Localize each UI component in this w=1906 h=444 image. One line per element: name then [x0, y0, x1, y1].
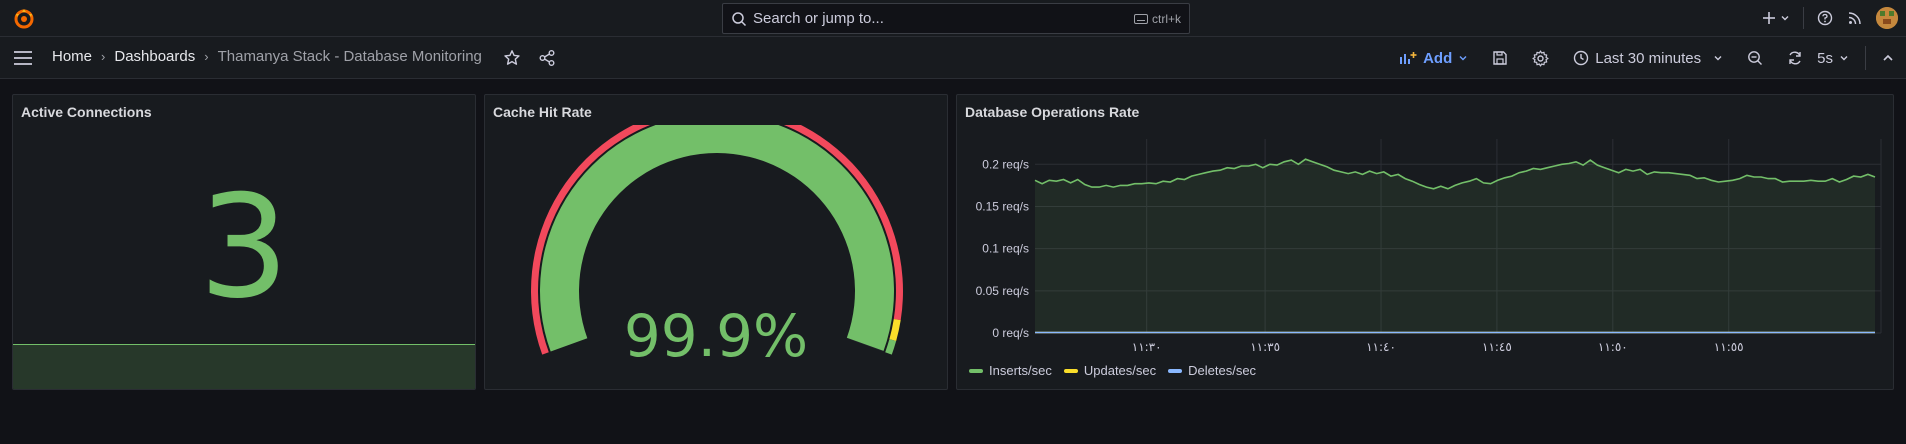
chevron-down-icon — [1714, 56, 1722, 61]
refresh-interval-picker[interactable]: 5s — [1815, 37, 1861, 79]
user-avatar[interactable] — [1876, 7, 1898, 29]
x-tick-label: ١١:٣٠ — [1132, 340, 1162, 354]
top-bar: Search or jump to... ctrl+k — [0, 0, 1906, 37]
menu-icon[interactable] — [13, 49, 33, 67]
search-input[interactable]: Search or jump to... ctrl+k — [722, 3, 1190, 34]
search-shortcut: ctrl+k — [1133, 11, 1181, 26]
panel-title: Database Operations Rate — [965, 104, 1140, 120]
grafana-logo-icon[interactable] — [12, 7, 36, 31]
save-icon — [1493, 51, 1507, 65]
divider — [1803, 7, 1804, 29]
x-tick-label: ١١:٣٥ — [1250, 340, 1280, 354]
chevron-right-icon: › — [101, 49, 106, 64]
legend-item[interactable]: Inserts/sec — [969, 363, 1052, 378]
top-right-actions — [1754, 6, 1898, 30]
share-icon[interactable] — [538, 49, 556, 67]
breadcrumb-home[interactable]: Home — [52, 48, 92, 65]
plus-icon — [1763, 12, 1775, 24]
y-tick-label: 0.05 req/s — [976, 284, 1029, 298]
legend-label: Deletes/sec — [1188, 363, 1257, 378]
keyboard-icon — [1133, 13, 1148, 24]
refresh-button[interactable] — [1775, 37, 1815, 79]
search-shortcut-label: ctrl+k — [1151, 11, 1181, 26]
add-button[interactable]: Add — [1387, 37, 1480, 79]
x-tick-label: ١١:٤٠ — [1366, 340, 1396, 354]
y-tick-label: 0.15 req/s — [976, 199, 1029, 213]
chevron-right-icon: › — [204, 49, 209, 64]
clock-icon — [1574, 50, 1589, 66]
breadcrumb-dashboards[interactable]: Dashboards — [114, 48, 195, 65]
time-range-label: Last 30 minutes — [1595, 49, 1702, 67]
refresh-icon — [1789, 51, 1801, 65]
collapse-toolbar-button[interactable] — [1870, 37, 1906, 79]
panel-title: Active Connections — [21, 104, 152, 120]
breadcrumb-current-dashboard: Thamanya Stack - Database Monitoring — [217, 48, 482, 65]
zoom-out-button[interactable] — [1735, 37, 1775, 79]
chevron-up-icon — [1883, 54, 1893, 61]
legend-swatch — [969, 368, 983, 373]
database-operations-rate-panel[interactable]: Database Operations Rate 0 req/s 0.05 req… — [956, 94, 1894, 390]
add-button-label: Add — [1423, 49, 1453, 67]
y-tick-label: 0 req/s — [992, 326, 1029, 340]
x-tick-label: ١١:٥٥ — [1714, 340, 1744, 354]
x-tick-label: ١١:٥٠ — [1598, 340, 1628, 354]
legend-swatch — [1168, 368, 1183, 373]
chevron-down-icon — [1459, 56, 1467, 61]
breadcrumb: Home › Dashboards › Thamanya Stack - Dat… — [52, 48, 482, 65]
star-icon[interactable] — [503, 49, 521, 67]
search-icon — [732, 11, 747, 26]
cache-hit-rate-panel[interactable]: Cache Hit Rate 99.9% — [484, 94, 948, 390]
dashboard-nav-bar: Home › Dashboards › Thamanya Stack - Dat… — [0, 37, 1906, 79]
save-dashboard-button[interactable] — [1480, 37, 1520, 79]
chart-legend: Inserts/sec Updates/sec Deletes/sec — [969, 363, 1256, 378]
stat-value: 3 — [198, 165, 290, 330]
news-button[interactable] — [1840, 6, 1870, 30]
y-tick-label: 0.1 req/s — [982, 242, 1029, 256]
refresh-interval-label: 5s — [1817, 49, 1833, 67]
zoom-out-icon — [1748, 51, 1763, 65]
chevron-down-icon — [1840, 56, 1848, 61]
dashboard-controls: Add Last 30 minutes 5s — [1387, 37, 1906, 79]
avatar-icon — [1876, 7, 1898, 29]
chevron-down-icon — [1781, 16, 1789, 21]
legend-swatch — [1063, 368, 1078, 373]
add-panel-icon — [1400, 52, 1417, 64]
time-series-chart: 0 req/s 0.05 req/s 0.1 req/s 0.15 req/s 0.2 … — [976, 139, 1882, 354]
legend-item[interactable]: Updates/sec — [1063, 363, 1157, 378]
panel-title: Cache Hit Rate — [493, 104, 592, 120]
new-button[interactable] — [1754, 6, 1797, 30]
legend-label: Inserts/sec — [989, 363, 1052, 378]
legend-label: Updates/sec — [1083, 363, 1157, 378]
x-tick-label: ١١:٤٥ — [1482, 340, 1512, 354]
gauge-value: 99.9% — [623, 302, 809, 370]
active-connections-panel[interactable]: Active Connections 3 — [12, 94, 476, 390]
gear-icon — [1532, 49, 1549, 67]
legend-item[interactable]: Deletes/sec — [1168, 363, 1256, 378]
y-tick-label: 0.2 req/s — [982, 157, 1029, 171]
dashboard-settings-button[interactable] — [1520, 37, 1561, 79]
sparkline-area — [13, 344, 475, 389]
rss-news-icon — [1848, 12, 1861, 25]
divider — [1865, 46, 1866, 70]
help-button[interactable] — [1810, 6, 1840, 30]
time-range-picker[interactable]: Last 30 minutes — [1561, 37, 1735, 79]
help-icon — [1817, 10, 1833, 26]
search-placeholder: Search or jump to... — [753, 10, 884, 27]
